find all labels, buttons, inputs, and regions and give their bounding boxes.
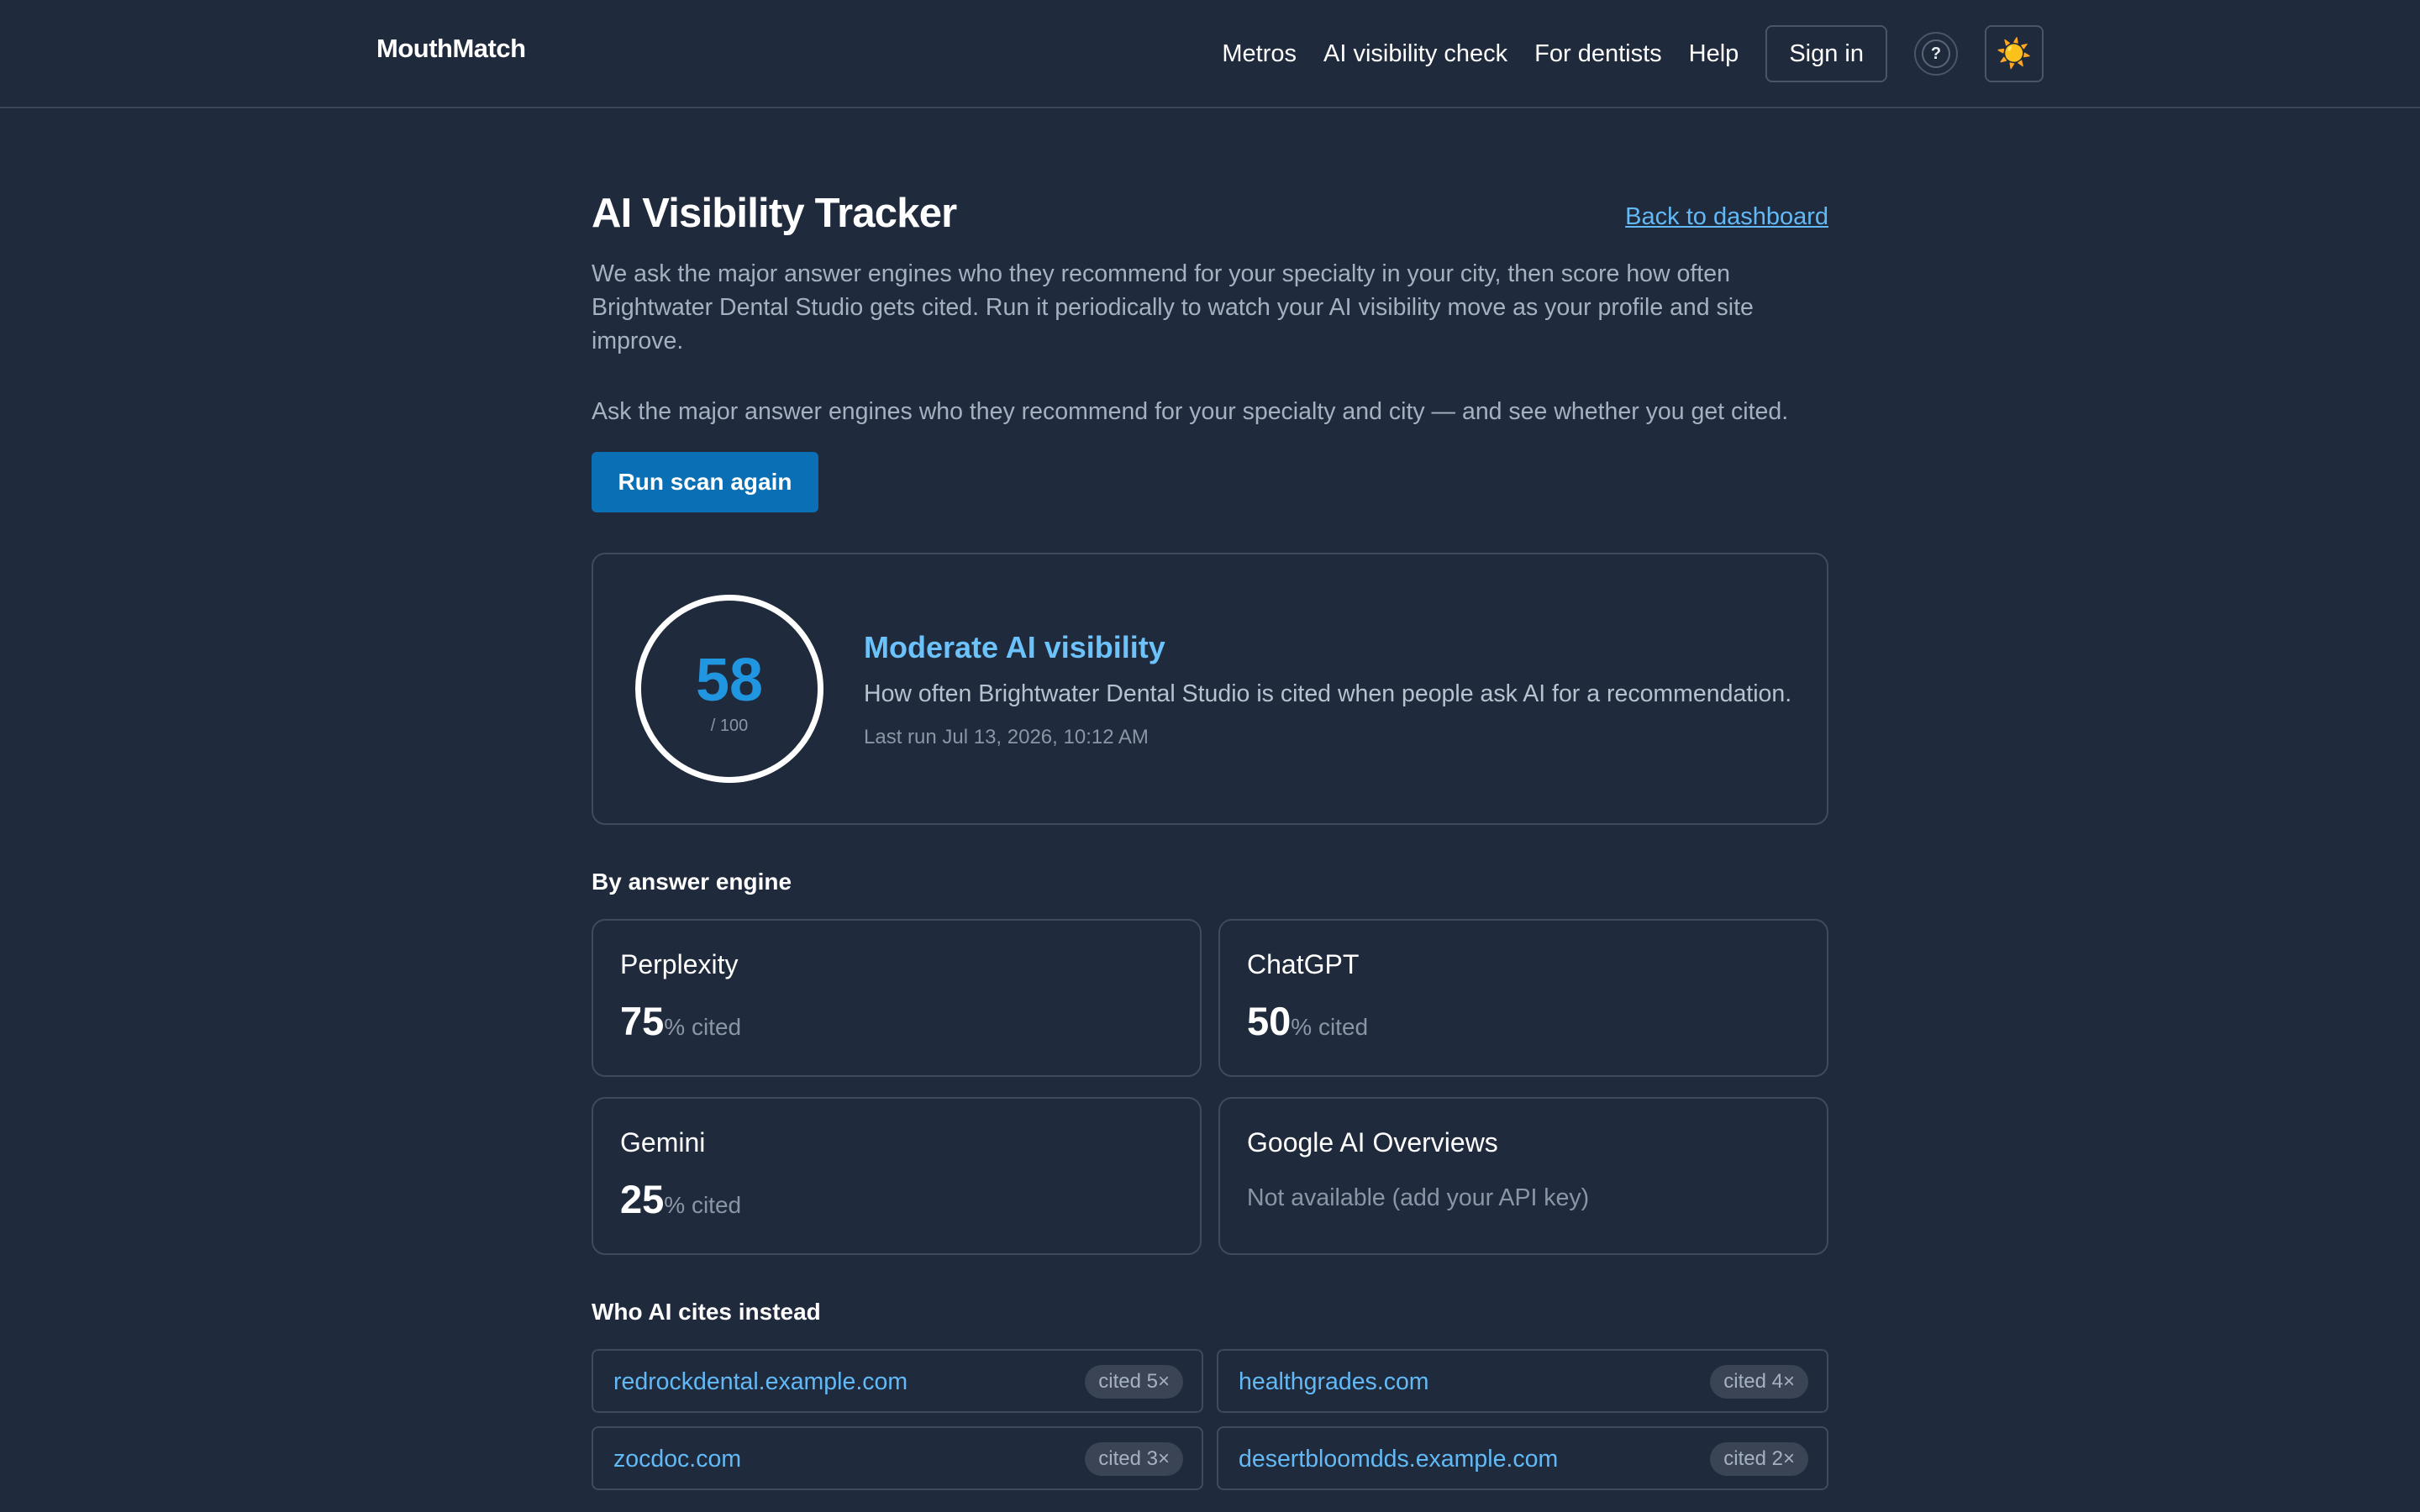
citation-domain-link[interactable]: healthgrades.com [1239,1368,1429,1396]
engine-name: ChatGPT [1247,949,1360,979]
theme-toggle-button[interactable]: ☀️ [1985,25,2044,82]
question-icon: ? [1922,39,1950,68]
score-card: 58 / 100 Moderate AI visibility How ofte… [592,553,1828,825]
page-subdescription: Ask the major answer engines who they re… [592,398,1789,425]
nav-ai-visibility-check[interactable]: AI visibility check [1323,40,1507,68]
engine-card-gemini: Gemini 25% cited [592,1097,1202,1255]
page-description: We ask the major answer engines who they… [592,260,1754,354]
score-description: How often Brightwater Dental Studio is c… [864,680,1792,707]
engines-heading: By answer engine [592,869,792,895]
score-value: 58 [695,647,764,714]
engine-name: Google AI Overviews [1247,1127,1498,1158]
engine-card-chatgpt: ChatGPT 50% cited [1218,919,1828,1077]
citation-item: healthgrades.com cited 4× [1217,1349,1828,1413]
score-heading: Moderate AI visibility [864,630,1165,664]
nav-metros[interactable]: Metros [1222,40,1297,68]
run-scan-button[interactable]: Run scan again [592,452,818,512]
engine-name: Gemini [620,1127,706,1158]
top-navigation-bar: MouthMatch Metros AI visibility check Fo… [0,0,2420,108]
brand-logo[interactable]: MouthMatch [376,34,526,64]
engine-value: 75% cited [620,999,742,1043]
engine-value: 25% cited [620,1177,742,1221]
engine-card-google-ai-overviews: Google AI Overviews Not available (add y… [1218,1097,1828,1255]
citation-item: redrockdental.example.com cited 5× [592,1349,1203,1413]
sign-in-button[interactable]: Sign in [1765,25,1887,82]
citation-domain-link[interactable]: zocdoc.com [613,1446,741,1473]
nav-for-dentists[interactable]: For dentists [1534,40,1662,68]
citation-item: desertbloomdds.example.com cited 2× [1217,1426,1828,1490]
engine-name: Perplexity [620,949,739,979]
nav-help[interactable]: Help [1689,40,1739,68]
citation-item: zocdoc.com cited 3× [592,1426,1203,1490]
score-max: / 100 [710,717,749,735]
citation-count-badge: cited 5× [1085,1365,1183,1399]
engine-card-perplexity: Perplexity 75% cited [592,919,1202,1077]
page-title: AI Visibility Tracker [592,191,957,236]
engine-value: 50% cited [1247,999,1369,1043]
citation-domain-link[interactable]: redrockdental.example.com [613,1368,908,1396]
citation-count-badge: cited 4× [1710,1365,1808,1399]
last-run-timestamp: Last run Jul 13, 2026, 10:12 AM [864,726,1149,748]
main-nav: Metros AI visibility check For dentists … [1222,25,2044,82]
citation-count-badge: cited 2× [1710,1442,1808,1476]
engine-unavailable-note: Not available (add your API key) [1247,1184,1590,1211]
help-button[interactable]: ? [1914,32,1958,76]
sun-icon: ☀️ [1996,38,2033,70]
citation-count-badge: cited 3× [1085,1442,1183,1476]
back-to-dashboard-link[interactable]: Back to dashboard [1625,203,1828,231]
score-ring: 58 / 100 [635,595,823,783]
citations-heading: Who AI cites instead [592,1299,821,1325]
citation-domain-link[interactable]: desertbloomdds.example.com [1239,1446,1558,1473]
